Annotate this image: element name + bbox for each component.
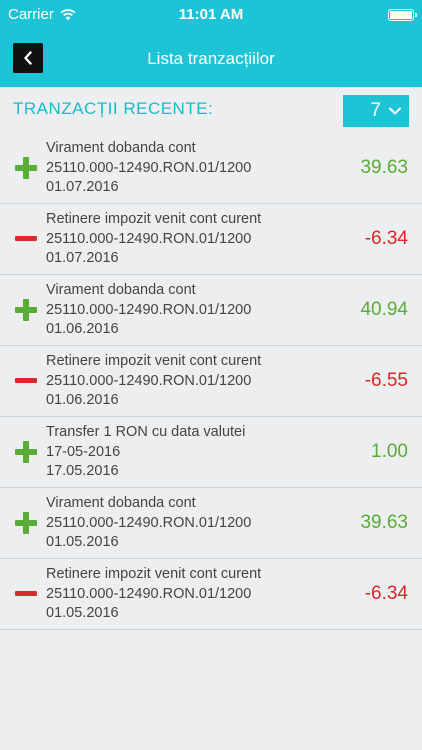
transaction-date: 01.07.2016: [46, 250, 119, 266]
transaction-date: 17.05.2016: [46, 463, 119, 479]
plus-icon: [15, 441, 37, 463]
transaction-date: 01.06.2016: [46, 392, 119, 408]
transaction-details: Transfer 1 RON cu data valutei 17-05-2016…: [46, 423, 245, 482]
transaction-description: Virament dobanda cont: [46, 495, 196, 511]
minus-icon: [15, 583, 37, 605]
transaction-description: Retinere impozit venit cont curent: [46, 566, 262, 582]
transaction-list: Virament dobanda cont 25110.000-12490.RON…: [0, 133, 422, 630]
transaction-date: 01.05.2016: [46, 605, 119, 621]
transaction-count-select[interactable]: 7: [343, 95, 409, 127]
transaction-amount: 1.00: [371, 441, 408, 462]
transaction-details: Virament dobanda cont 25110.000-12490.RON…: [46, 281, 251, 340]
transaction-date: 01.06.2016: [46, 321, 119, 337]
transaction-account: 25110.000-12490.RON.01/1200: [46, 301, 252, 318]
transaction-account: 25110.000-12490.RON.01/1200: [46, 230, 252, 247]
transaction-date: 01.07.2016: [46, 179, 119, 195]
transaction-row[interactable]: Virament dobanda cont 25110.000-12490.RON…: [0, 488, 422, 559]
transaction-amount: 39.63: [360, 512, 408, 533]
transaction-amount: -6.34: [364, 228, 408, 249]
chevron-left-icon: [24, 51, 32, 65]
transaction-amount: 39.63: [360, 157, 408, 178]
transaction-details: Retinere impozit venit cont curent 25110.…: [46, 352, 261, 411]
transaction-description: Virament dobanda cont: [46, 140, 196, 156]
minus-icon: [15, 228, 37, 250]
transaction-description: Retinere impozit venit cont curent: [46, 211, 262, 227]
status-bar: Carrier 11:01 AM: [0, 0, 422, 30]
chevron-down-icon: [389, 107, 401, 115]
transaction-count-value: 7: [370, 100, 381, 121]
plus-icon: [15, 299, 37, 321]
transaction-amount: 40.94: [360, 299, 408, 320]
transaction-row[interactable]: Retinere impozit venit cont curent 25110.…: [0, 204, 422, 275]
transaction-details: Retinere impozit venit cont curent 25110.…: [46, 210, 261, 269]
transaction-amount: -6.55: [364, 370, 408, 391]
transaction-row[interactable]: Virament dobanda cont 25110.000-12490.RON…: [0, 275, 422, 346]
transaction-row[interactable]: Virament dobanda cont 25110.000-12490.RON…: [0, 133, 422, 204]
transaction-row[interactable]: Retinere impozit venit cont curent 25110.…: [0, 346, 422, 417]
clock: 11:01 AM: [178, 6, 244, 23]
transaction-details: Virament dobanda cont 25110.000-12490.RON…: [46, 139, 251, 198]
page-title: Lista tranzacțiilor: [147, 48, 275, 68]
plus-icon: [15, 157, 37, 179]
nav-bar: Lista tranzacțiilor: [0, 30, 422, 87]
transaction-details: Virament dobanda cont 25110.000-12490.RON…: [46, 494, 251, 553]
back-button[interactable]: [13, 43, 43, 73]
recent-transactions-label: TRANZACȚII RECENTE:: [13, 99, 214, 118]
recent-transactions-header: TRANZACȚII RECENTE: 7: [0, 87, 422, 131]
transaction-amount: -6.34: [364, 583, 408, 604]
transaction-description: Retinere impozit venit cont curent: [46, 353, 262, 369]
transaction-description: Virament dobanda cont: [46, 282, 196, 298]
plus-icon: [15, 512, 37, 534]
transaction-account: 25110.000-12490.RON.01/1200: [46, 514, 252, 531]
battery-icon: [388, 9, 417, 21]
transaction-details: Retinere impozit venit cont curent 25110.…: [46, 565, 261, 624]
transaction-account: 25110.000-12490.RON.01/1200: [46, 372, 252, 389]
transaction-row[interactable]: Transfer 1 RON cu data valutei 17-05-2016…: [0, 417, 422, 488]
transaction-description: Transfer 1 RON cu data valutei: [46, 424, 246, 440]
transaction-date: 01.05.2016: [46, 534, 119, 550]
transaction-row[interactable]: Retinere impozit venit cont curent 25110.…: [0, 559, 422, 630]
transaction-account: 25110.000-12490.RON.01/1200: [46, 585, 252, 602]
minus-icon: [15, 370, 37, 392]
transaction-account: 25110.000-12490.RON.01/1200: [46, 159, 252, 176]
transaction-account: 17-05-2016: [46, 443, 121, 460]
